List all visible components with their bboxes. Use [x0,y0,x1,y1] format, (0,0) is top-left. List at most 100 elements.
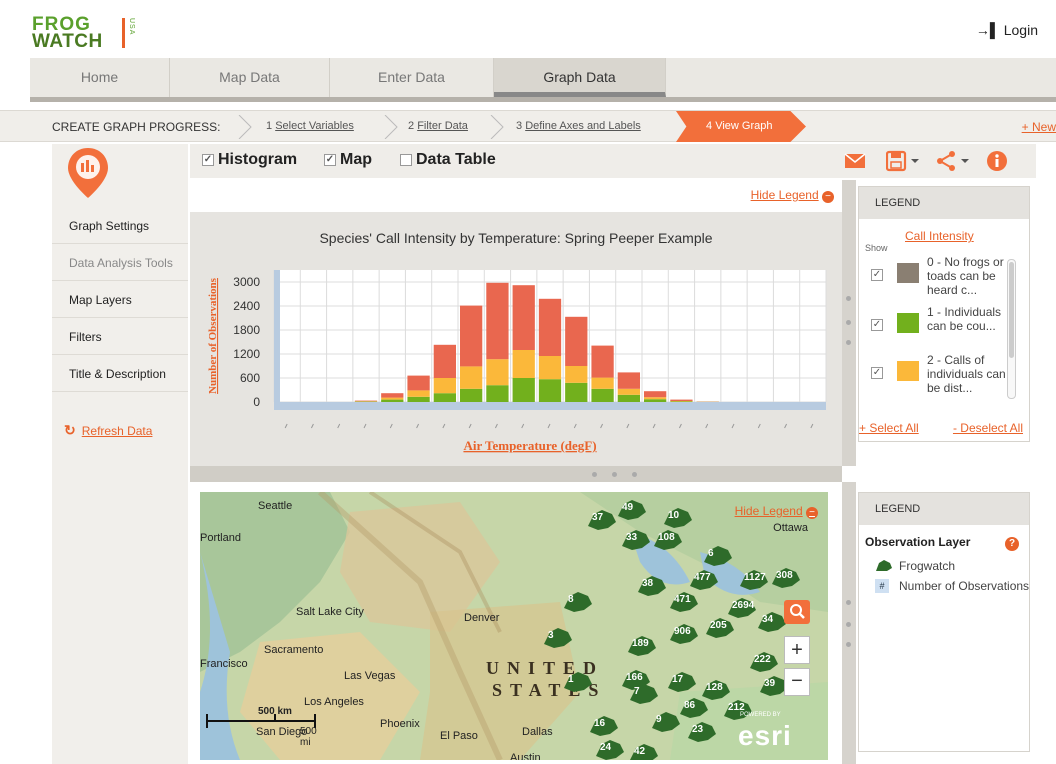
tab-enter-data[interactable]: Enter Data [330,58,494,97]
tab-map-data[interactable]: Map Data [170,58,330,97]
sidebar-item-graph-settings[interactable]: Graph Settings [52,208,188,244]
y-tick-label: 3000 [233,275,260,289]
refresh-data-link[interactable]: ↻ Refresh Data [64,422,152,439]
y-tick-label: 600 [240,371,260,385]
cluster-count: 108 [658,532,675,543]
data-table-toggle[interactable]: Data Table [400,151,496,169]
x-tick-mark [547,423,551,429]
sidebar-item-filters[interactable]: Filters [52,319,188,355]
frog-cluster-marker[interactable]: 23 [684,720,718,744]
cluster-count: 3 [548,630,554,641]
observation-map[interactable]: Hide Legend − Ottawa Seattle Portland Sa… [200,492,828,760]
frog-cluster-marker[interactable]: 33 [618,528,652,552]
step-filter-data[interactable]: 2 Filter Data [408,120,468,132]
legend-item-checkbox[interactable]: ✓ [871,269,883,281]
x-tick-mark [363,423,367,429]
share-icon[interactable] [936,150,972,172]
frog-cluster-marker[interactable]: 308 [768,566,802,590]
cluster-count: 6 [708,548,714,559]
save-icon[interactable] [886,150,922,172]
legend-swatch [897,313,919,333]
frog-cluster-marker[interactable]: 42 [626,742,660,760]
zoom-out-button[interactable]: − [784,668,810,696]
x-tick-mark [521,423,525,429]
frog-cluster-marker[interactable]: 222 [746,650,780,674]
scale-tick [206,714,208,728]
frog-cluster-marker[interactable]: 1 [560,670,594,694]
step-label: Define Axes and Labels [525,120,641,132]
legend-item-checkbox[interactable]: ✓ [871,367,883,379]
logo-text-watch: WATCH [32,31,103,52]
email-icon[interactable] [844,150,866,172]
frog-cluster-marker[interactable]: 205 [702,616,736,640]
select-all-link[interactable]: + Select All [859,421,919,435]
help-icon[interactable]: ? [1005,537,1019,551]
frog-cluster-marker[interactable]: 108 [650,528,684,552]
sidebar-item-map-layers[interactable]: Map Layers [52,282,188,318]
histogram-checkbox[interactable]: ✓ [202,153,214,166]
login-link[interactable]: →▌ Login [976,22,1038,38]
frog-cluster-marker[interactable]: 6 [700,544,734,568]
x-tick-mark [652,423,656,429]
legend-scrollbar[interactable] [1007,259,1016,399]
frog-cluster-marker[interactable]: 477 [686,568,720,592]
frog-cluster-marker[interactable]: 37 [584,508,618,532]
step-view-graph[interactable]: 4 View Graph [676,111,806,142]
vertical-splitter-map[interactable] [842,482,856,764]
frog-cluster-marker[interactable]: 212 [720,698,754,722]
frog-cluster-marker[interactable]: 906 [666,622,700,646]
tab-graph-data[interactable]: Graph Data [494,58,666,97]
frogwatch-logo[interactable]: FROG WATCH USA [28,14,138,52]
map-toggle[interactable]: ✓ Map [324,151,372,169]
step-label: Select Variables [275,120,354,132]
vertical-splitter[interactable] [842,180,856,466]
histogram-bar [460,366,483,389]
show-label: Show [865,243,888,253]
histogram-bar [644,391,667,398]
x-tick-mark [337,423,341,429]
frog-cluster-marker[interactable]: 1127 [736,568,770,592]
login-label: Login [1003,22,1038,38]
frog-cluster-marker[interactable]: 3 [540,626,574,650]
map-search-button[interactable] [784,600,810,624]
map-hide-legend-link[interactable]: Hide Legend − [735,504,818,519]
histogram-bar [591,377,614,389]
step-define-axes[interactable]: 3 Define Axes and Labels [516,120,641,132]
city-label: Francisco [200,658,248,670]
histogram-bar [565,366,588,383]
map-checkbox[interactable]: ✓ [324,153,336,166]
x-axis-label: Air Temperature (degF) [463,438,596,453]
zoom-in-button[interactable]: + [784,636,810,664]
frog-cluster-marker[interactable]: 38 [634,574,668,598]
histogram-toggle[interactable]: ✓ Histogram [202,151,297,169]
tab-home[interactable]: Home [30,58,170,97]
frog-cluster-marker[interactable]: 34 [754,610,788,634]
sidebar-item-data-analysis-tools[interactable]: Data Analysis Tools [52,245,188,281]
frog-cluster-marker[interactable]: 8 [560,590,594,614]
step-select-variables[interactable]: 1 Select Variables [266,120,354,132]
data-table-checkbox[interactable] [400,153,412,166]
histogram-bar [617,394,640,402]
frog-cluster-marker[interactable]: 7 [626,682,660,706]
new-graph-link[interactable]: + New [1022,120,1056,134]
frog-cluster-marker[interactable]: 189 [624,634,658,658]
main-nav: Home Map Data Enter Data Graph Data [30,58,1056,102]
frog-cluster-marker[interactable]: 9 [648,710,682,734]
frog-cluster-marker[interactable]: 17 [664,670,698,694]
x-tick-mark [284,423,288,429]
deselect-all-link[interactable]: - Deselect All [953,421,1023,435]
frog-cluster-marker[interactable]: 16 [586,714,620,738]
frog-cluster-marker[interactable]: 49 [614,498,648,522]
x-tick-mark [310,423,314,429]
legend-item-checkbox[interactable]: ✓ [871,319,883,331]
frog-cluster-marker[interactable]: 10 [660,506,694,530]
frog-cluster-marker[interactable]: 471 [666,590,700,614]
sidebar-item-title-description[interactable]: Title & Description [52,356,188,392]
frog-cluster-marker[interactable]: 24 [592,738,626,760]
call-intensity-link[interactable]: Call Intensity [905,229,974,243]
x-tick-mark [678,423,682,429]
info-icon[interactable] [986,150,1008,172]
observation-legend: LEGEND Observation Layer ? Frogwatch # N… [858,492,1030,752]
horizontal-splitter[interactable] [190,466,842,482]
histogram-bar [512,350,535,378]
